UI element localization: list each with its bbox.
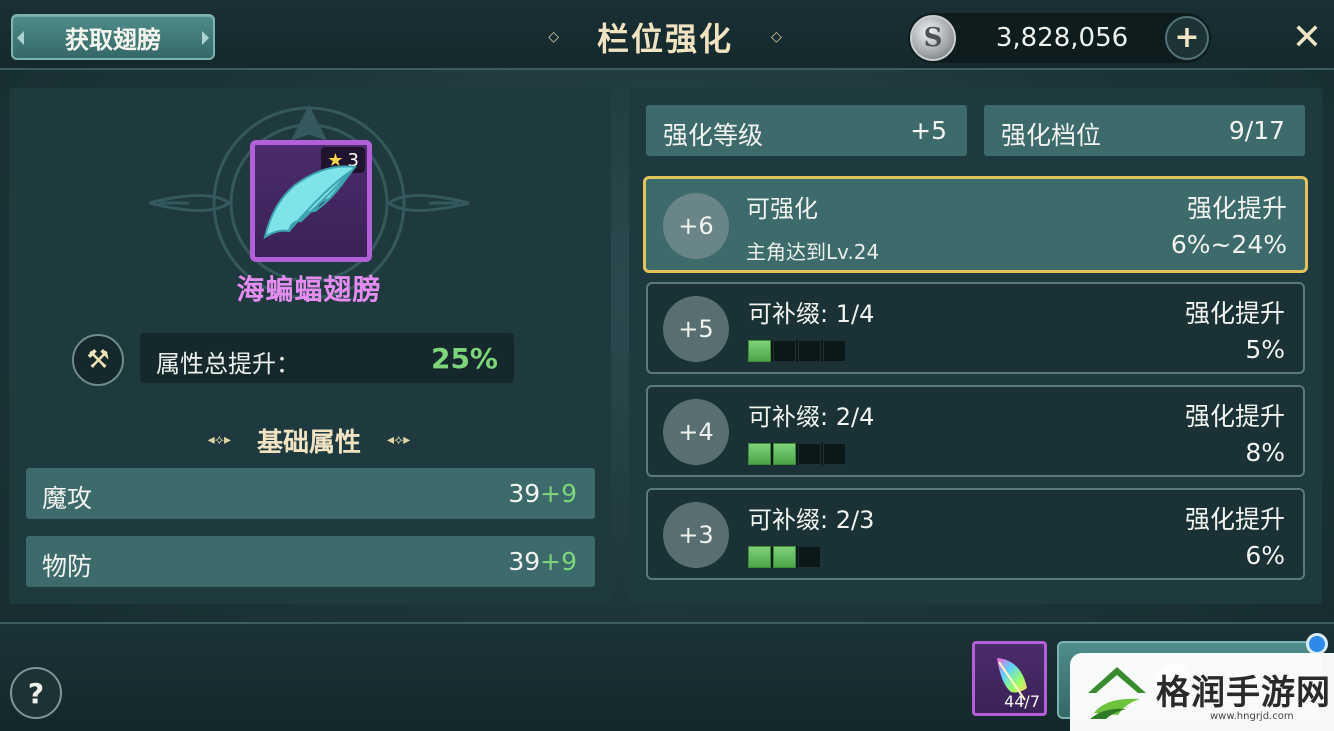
- tier-row-plus4[interactable]: +4 可补缀: 2/4 强化提升 8%: [646, 385, 1305, 477]
- tier-status: 可补缀: 2/4: [748, 403, 875, 431]
- heading-ornament-left-icon: ◂⟡▸: [207, 432, 231, 448]
- enhance-tier-label: 强化档位: [1001, 121, 1102, 150]
- close-icon: ✕: [1291, 16, 1323, 58]
- help-button[interactable]: ?: [10, 667, 62, 719]
- get-wings-button[interactable]: 获取翅膀: [11, 14, 215, 60]
- notification-dot: [1306, 633, 1328, 655]
- tier-status: 可补缀: 2/3: [748, 506, 875, 534]
- tier-badge: +4: [663, 399, 729, 465]
- tier-boost-value: 5%: [1245, 335, 1285, 364]
- tier-badge: +5: [663, 296, 729, 362]
- progress-segment-filled: [748, 340, 771, 362]
- close-button[interactable]: ✕: [1288, 16, 1326, 58]
- tier-boost-label: 强化提升: [1186, 194, 1287, 223]
- progress-segment-empty: [798, 546, 821, 568]
- item-panel: ★ 3 海蝙蝠翅膀 ⚒ 属性总提升： 25% ◂⟡▸ 基础属性 ◂⟡▸ 魔攻 3…: [9, 88, 611, 604]
- tier-boost-label: 强化提升: [1184, 402, 1285, 431]
- tier-badge: +3: [663, 502, 729, 568]
- progress-segment-filled: [748, 443, 771, 465]
- progress-segment-empty: [798, 443, 821, 465]
- plus-icon: +: [1174, 20, 1200, 55]
- progress-segment-filled: [748, 546, 771, 568]
- stat-name: 物防: [42, 552, 93, 581]
- get-wings-label: 获取翅膀: [65, 25, 161, 54]
- watermark-logo: [1088, 667, 1146, 719]
- stat-row: 魔攻 39+9: [26, 468, 595, 519]
- tier-badge: +6: [663, 193, 729, 259]
- watermark-url: www.hngrjd.com: [1210, 711, 1294, 722]
- stat-name: 魔攻: [42, 484, 93, 513]
- enhance-level-value: +5: [910, 116, 947, 145]
- base-attributes-title: 基础属性: [256, 427, 361, 458]
- stat-bonus: +9: [540, 479, 577, 508]
- tier-progress-bar: [748, 443, 846, 465]
- tier-progress-bar: [748, 546, 821, 568]
- title-ornament-left-icon: ◇: [548, 29, 559, 45]
- page-title: 栏位强化: [596, 20, 733, 58]
- currency-amount: 3,828,056: [995, 23, 1129, 53]
- tier-status: 可补缀: 1/4: [748, 300, 875, 328]
- item-name: 海蝙蝠翅膀: [236, 273, 382, 306]
- watermark: 格润手游网 www.hngrjd.com: [1070, 653, 1334, 731]
- page-title-group: ◇ 栏位强化 ◇: [520, 14, 810, 60]
- tier-row-plus5[interactable]: +5 可补缀: 1/4 强化提升 5%: [646, 282, 1305, 374]
- stat-row: 物防 39+9: [26, 536, 595, 587]
- enhance-level-label: 强化等级: [663, 121, 764, 150]
- progress-segment-filled: [773, 546, 796, 568]
- tier-progress-bar: [748, 340, 846, 362]
- stat-value: 39+9: [508, 547, 577, 576]
- progress-segment-empty: [823, 443, 846, 465]
- heading-ornament-right-icon: ◂⟡▸: [387, 432, 411, 448]
- attribute-total-box: 属性总提升： 25%: [140, 333, 514, 383]
- attribute-total-label: 属性总提升：: [156, 350, 300, 378]
- tier-row-plus6[interactable]: +6 可强化 主角达到Lv.24 强化提升 6%~24%: [643, 176, 1308, 273]
- wing-icon: [263, 165, 357, 240]
- tier-status: 可强化: [746, 195, 818, 223]
- progress-segment-empty: [773, 340, 796, 362]
- base-attributes-heading: ◂⟡▸ 基础属性 ◂⟡▸: [169, 422, 449, 458]
- tier-boost-value: 6%: [1245, 541, 1285, 570]
- watermark-text: 格润手游网: [1156, 673, 1331, 713]
- tier-boost-value: 8%: [1245, 438, 1285, 467]
- enhance-tier-value: 9/17: [1228, 116, 1285, 145]
- title-ornament-right-icon: ◇: [771, 29, 782, 45]
- tier-requirement: 主角达到Lv.24: [746, 240, 880, 264]
- attribute-total-value: 25%: [430, 342, 498, 375]
- enhance-level-box: 强化等级 +5: [646, 105, 967, 156]
- stat-value: 39+9: [508, 479, 577, 508]
- attribute-boost-icon: ⚒: [72, 334, 124, 386]
- tier-row-plus3[interactable]: +3 可补缀: 2/3 强化提升 6%: [646, 488, 1305, 580]
- tier-boost-label: 强化提升: [1184, 505, 1285, 534]
- top-bar: 获取翅膀 ◇ 栏位强化 ◇ S 3,828,056 + ✕: [0, 0, 1334, 70]
- material-count: 44/7: [1004, 692, 1040, 711]
- question-icon: ?: [27, 676, 45, 710]
- progress-segment-filled: [773, 443, 796, 465]
- add-currency-button[interactable]: +: [1165, 16, 1209, 60]
- tier-boost-value: 6%~24%: [1170, 230, 1287, 259]
- enhance-panel: 强化等级 +5 强化档位 9/17 +6 可强化 主角达到Lv.24 强化提升 …: [629, 88, 1322, 604]
- enhance-tier-box: 强化档位 9/17: [984, 105, 1305, 156]
- stat-bonus: +9: [540, 547, 577, 576]
- material-slot[interactable]: 44/7: [972, 641, 1047, 716]
- silver-coin-icon: S: [910, 15, 956, 61]
- item-slot[interactable]: ★ 3: [250, 140, 372, 262]
- progress-segment-empty: [823, 340, 846, 362]
- progress-segment-empty: [798, 340, 821, 362]
- currency-display: S 3,828,056 +: [908, 13, 1211, 63]
- tier-boost-label: 强化提升: [1184, 299, 1285, 328]
